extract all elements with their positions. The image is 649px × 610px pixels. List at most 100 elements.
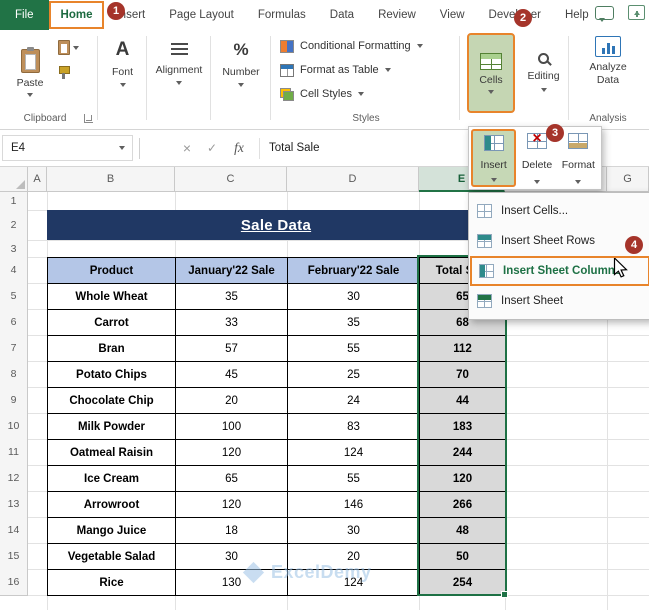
cell[interactable]: 57 <box>176 336 288 362</box>
cell[interactable]: Ice Cream <box>48 466 176 492</box>
tab-home[interactable]: Home <box>48 1 105 29</box>
cell[interactable]: 183 <box>420 414 506 440</box>
sale-data-title-cell[interactable]: Sale Data <box>47 210 505 240</box>
cell[interactable]: 33 <box>176 310 288 336</box>
tab-page-layout[interactable]: Page Layout <box>157 0 246 30</box>
insert-function-icon[interactable]: fx <box>228 135 250 161</box>
cell[interactable]: 30 <box>288 284 420 310</box>
dialog-launcher-icon[interactable] <box>84 114 93 123</box>
cell[interactable]: 55 <box>288 336 420 362</box>
cell[interactable]: Oatmeal Raisin <box>48 440 176 466</box>
row-header-1[interactable]: 1 <box>0 192 28 211</box>
row-header-8[interactable]: 8 <box>0 361 28 388</box>
column-header-b[interactable]: B <box>47 167 175 192</box>
row-header-3[interactable]: 3 <box>0 240 28 258</box>
font-group-button[interactable]: A Font <box>100 36 145 87</box>
cell[interactable]: 35 <box>288 310 420 336</box>
number-group-button[interactable]: % Number <box>213 36 269 87</box>
share-icon[interactable] <box>628 5 645 20</box>
cell[interactable]: 112 <box>420 336 506 362</box>
cell[interactable]: 50 <box>420 544 506 570</box>
tab-help[interactable]: Help <box>553 0 601 30</box>
row-header-5[interactable]: 5 <box>0 283 28 310</box>
tab-data[interactable]: Data <box>318 0 366 30</box>
cell[interactable]: 24 <box>288 388 420 414</box>
formula-bar-splitter[interactable] <box>139 138 140 159</box>
cell[interactable]: 254 <box>420 570 506 596</box>
cell[interactable]: 120 <box>176 440 288 466</box>
cell[interactable]: 18 <box>176 518 288 544</box>
tab-view[interactable]: View <box>428 0 477 30</box>
formula-input[interactable]: Total Sale <box>269 135 320 161</box>
cell[interactable]: 35 <box>176 284 288 310</box>
tab-review[interactable]: Review <box>366 0 428 30</box>
cell[interactable]: 25 <box>288 362 420 388</box>
cell[interactable]: 146 <box>288 492 420 518</box>
cell[interactable]: Vegetable Salad <box>48 544 176 570</box>
cell[interactable]: Rice <box>48 570 176 596</box>
cell[interactable]: Whole Wheat <box>48 284 176 310</box>
name-box[interactable]: E4 <box>2 135 133 161</box>
cell[interactable]: Carrot <box>48 310 176 336</box>
cell[interactable]: 100 <box>176 414 288 440</box>
insert-dropdown-button[interactable]: Insert <box>471 129 517 187</box>
format-painter-button[interactable] <box>58 66 71 80</box>
cell[interactable]: 124 <box>288 440 420 466</box>
column-header-g[interactable]: G <box>607 167 649 192</box>
row-header-15[interactable]: 15 <box>0 543 28 570</box>
row-header-9[interactable]: 9 <box>0 387 28 414</box>
format-dropdown-button[interactable]: Format <box>558 129 599 187</box>
row-header-12[interactable]: 12 <box>0 465 28 492</box>
row-header-14[interactable]: 14 <box>0 517 28 544</box>
tab-file[interactable]: File <box>0 0 49 30</box>
cell[interactable]: Bran <box>48 336 176 362</box>
cell[interactable]: 48 <box>420 518 506 544</box>
cells-button[interactable]: Cells <box>467 33 515 113</box>
column-header-c[interactable]: C <box>175 167 287 192</box>
comments-icon[interactable] <box>595 5 614 22</box>
menu-item-insert-cells[interactable]: Insert Cells... <box>470 196 649 226</box>
header-cell[interactable]: January'22 Sale <box>176 258 288 284</box>
row-header-4[interactable]: 4 <box>0 257 28 284</box>
cell[interactable]: Mango Juice <box>48 518 176 544</box>
header-cell[interactable]: February'22 Sale <box>288 258 420 284</box>
row-header-6[interactable]: 6 <box>0 309 28 336</box>
editing-button[interactable]: Editing <box>521 36 566 108</box>
cell[interactable]: 124 <box>288 570 420 596</box>
header-cell[interactable]: Product <box>48 258 176 284</box>
cell[interactable]: 55 <box>288 466 420 492</box>
cell[interactable]: 120 <box>176 492 288 518</box>
clipboard-button[interactable] <box>58 40 79 55</box>
menu-item-insert-sheet[interactable]: Insert Sheet <box>470 286 649 316</box>
row-header-10[interactable]: 10 <box>0 413 28 440</box>
styles-item-cell-styles[interactable]: Cell Styles <box>276 82 456 106</box>
row-header-13[interactable]: 13 <box>0 491 28 518</box>
paste-button[interactable]: Paste <box>7 35 53 111</box>
cell[interactable]: Milk Powder <box>48 414 176 440</box>
menu-item-insert-sheet-rows[interactable]: Insert Sheet Rows <box>470 226 649 256</box>
cell[interactable]: 130 <box>176 570 288 596</box>
cell[interactable]: 45 <box>176 362 288 388</box>
tab-formulas[interactable]: Formulas <box>246 0 318 30</box>
cell[interactable]: 30 <box>288 518 420 544</box>
cell[interactable]: 120 <box>420 466 506 492</box>
cancel-icon[interactable]: × <box>176 135 198 161</box>
cell[interactable]: 244 <box>420 440 506 466</box>
cell[interactable]: 20 <box>288 544 420 570</box>
cell[interactable]: 20 <box>176 388 288 414</box>
enter-icon[interactable]: ✓ <box>201 135 223 161</box>
row-header-2[interactable]: 2 <box>0 210 28 241</box>
alignment-group-button[interactable]: Alignment <box>149 36 209 85</box>
cell[interactable]: Potato Chips <box>48 362 176 388</box>
cell[interactable]: 83 <box>288 414 420 440</box>
cell[interactable]: 44 <box>420 388 506 414</box>
styles-item-format-as-table[interactable]: Format as Table <box>276 58 456 82</box>
row-header-16[interactable]: 16 <box>0 569 28 596</box>
column-header-d[interactable]: D <box>287 167 419 192</box>
cell[interactable]: 65 <box>176 466 288 492</box>
row-header-11[interactable]: 11 <box>0 439 28 466</box>
fill-handle[interactable] <box>501 591 508 598</box>
cell[interactable]: 70 <box>420 362 506 388</box>
row-header-7[interactable]: 7 <box>0 335 28 362</box>
cell[interactable]: 30 <box>176 544 288 570</box>
